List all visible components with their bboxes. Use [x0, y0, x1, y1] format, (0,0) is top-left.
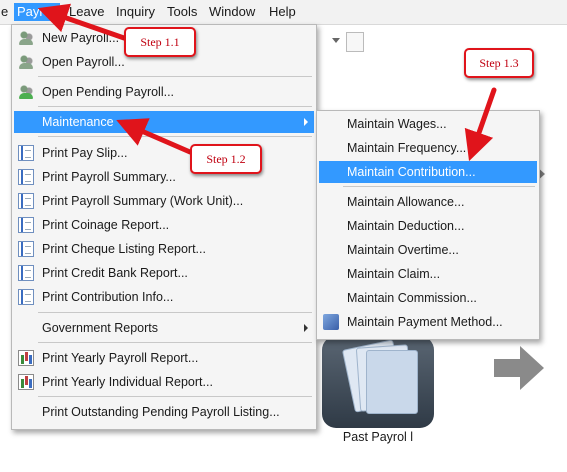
report-icon — [18, 241, 34, 257]
submenu-arrow-icon — [304, 324, 308, 332]
menu-item-open-pending-payroll[interactable]: Open Pending Payroll... — [14, 81, 314, 103]
menu-item-print-credit-bank[interactable]: Print Credit Bank Report... — [14, 262, 314, 284]
menu-item-maintenance[interactable]: Maintenance — [14, 111, 314, 133]
submenu-item-maintain-contribution[interactable]: Maintain Contribution... — [319, 161, 537, 183]
menu-separator — [38, 396, 312, 397]
step-1-3-callout: Step 1.3 — [464, 48, 534, 78]
open-payroll-icon — [18, 54, 34, 70]
menu-separator — [343, 186, 535, 187]
submenu-arrow-icon — [304, 118, 308, 126]
menu-separator — [38, 76, 312, 77]
toolbar-fragment — [318, 30, 378, 52]
report-icon — [18, 193, 34, 209]
menu-item-print-payroll-summary-work-unit[interactable]: Print Payroll Summary (Work Unit)... — [14, 190, 314, 212]
menu-edit-partial[interactable]: e — [0, 3, 11, 21]
menu-item-print-coinage-report[interactable]: Print Coinage Report... — [14, 214, 314, 236]
menu-item-print-contribution-info[interactable]: Print Contribution Info... — [14, 286, 314, 308]
submenu-item-maintain-commission[interactable]: Maintain Commission... — [319, 287, 537, 309]
submenu-item-maintain-overtime[interactable]: Maintain Overtime... — [319, 239, 537, 261]
report-icon — [18, 289, 34, 305]
submenu-item-maintain-deduction[interactable]: Maintain Deduction... — [319, 215, 537, 237]
menu-inquiry[interactable]: Inquiry — [113, 3, 158, 21]
report-icon — [18, 145, 34, 161]
menu-item-print-pay-slip[interactable]: Print Pay Slip... — [14, 142, 314, 164]
menu-item-print-yearly-payroll[interactable]: Print Yearly Payroll Report... — [14, 347, 314, 369]
menu-item-government-reports[interactable]: Government Reports — [14, 317, 314, 339]
step-1-1-callout: Step 1.1 — [124, 27, 196, 57]
menu-separator — [38, 312, 312, 313]
menu-leave[interactable]: Leave — [66, 3, 107, 21]
menu-item-print-payroll-summary[interactable]: Print Payroll Summary... — [14, 166, 314, 188]
menu-help[interactable]: Help — [266, 3, 299, 21]
submenu-item-maintain-allowance[interactable]: Maintain Allowance... — [319, 191, 537, 213]
menu-tools[interactable]: Tools — [164, 3, 200, 21]
next-arrow-icon[interactable] — [494, 346, 546, 390]
step-1-2-callout: Step 1.2 — [190, 144, 262, 174]
report-icon — [18, 169, 34, 185]
menu-payroll[interactable]: Payroll — [14, 3, 60, 21]
payment-method-icon — [323, 314, 339, 330]
search-document-icon[interactable] — [346, 32, 364, 52]
menu-bar: e Payroll Leave Inquiry Tools Window Hel… — [0, 0, 567, 25]
pending-payroll-icon — [18, 84, 34, 100]
menu-separator — [38, 106, 312, 107]
submenu-item-maintain-wages[interactable]: Maintain Wages... — [319, 113, 537, 135]
menu-separator — [38, 136, 312, 137]
menu-item-print-yearly-individual[interactable]: Print Yearly Individual Report... — [14, 371, 314, 393]
past-payroll-folder-icon[interactable] — [322, 336, 434, 428]
menu-separator — [38, 342, 312, 343]
submenu-item-maintain-claim[interactable]: Maintain Claim... — [319, 263, 537, 285]
report-icon — [18, 217, 34, 233]
chart-report-icon — [18, 374, 34, 390]
submenu-item-maintain-frequency[interactable]: Maintain Frequency... — [319, 137, 537, 159]
submenu-item-maintain-payment-method[interactable]: Maintain Payment Method... — [319, 311, 537, 333]
chart-report-icon — [18, 350, 34, 366]
report-icon — [18, 265, 34, 281]
maintenance-submenu: Maintain Wages... Maintain Frequency... … — [316, 110, 540, 340]
payroll-menu: New Payroll... Open Payroll... Open Pend… — [11, 24, 317, 430]
new-payroll-icon — [18, 30, 34, 46]
menu-item-print-outstanding-pending[interactable]: Print Outstanding Pending Payroll Listin… — [14, 401, 314, 423]
past-payroll-label: Past Payrol l — [342, 430, 414, 444]
dropdown-arrow-icon[interactable] — [332, 38, 340, 43]
menu-item-print-cheque-listing[interactable]: Print Cheque Listing Report... — [14, 238, 314, 260]
menu-window[interactable]: Window — [206, 3, 258, 21]
